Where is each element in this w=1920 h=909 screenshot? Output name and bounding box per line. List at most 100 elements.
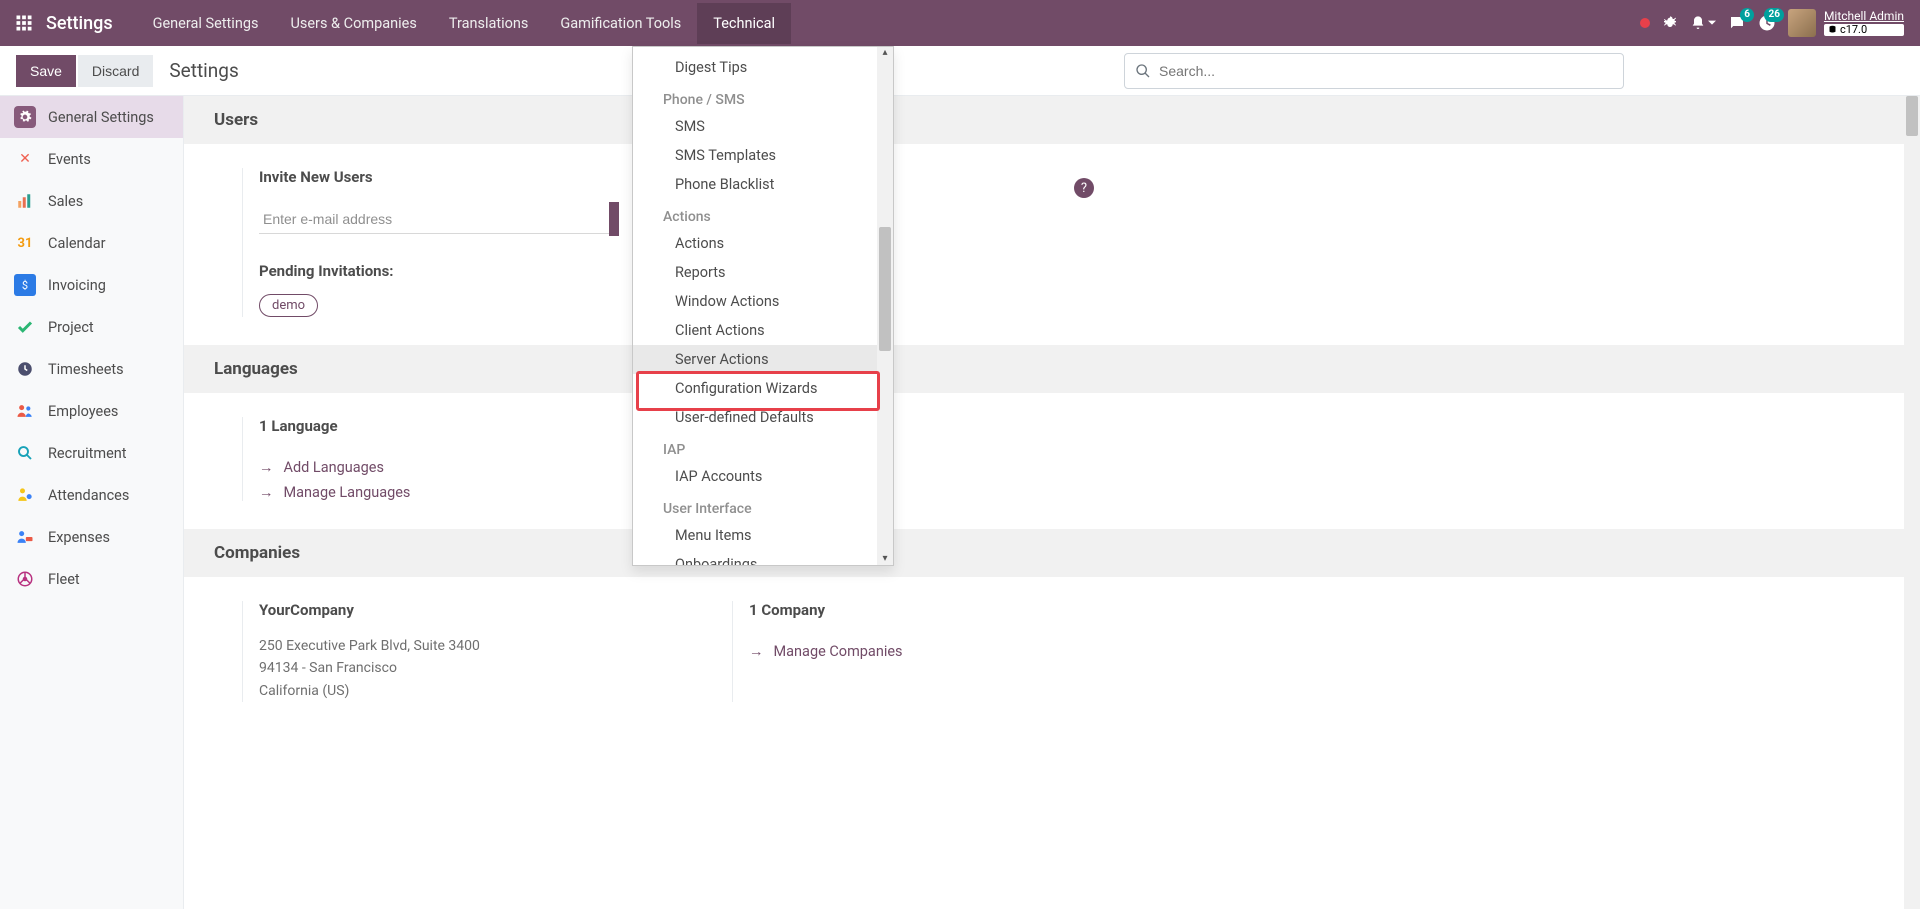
- company-count-label: 1 Company: [749, 601, 903, 619]
- invite-button[interactable]: [609, 202, 619, 236]
- add-languages-label: Add Languages: [284, 459, 384, 476]
- sidebar-item-events[interactable]: ✕ Events: [0, 138, 183, 180]
- user-name: Mitchell Admin: [1824, 10, 1904, 23]
- topmenu-translations[interactable]: Translations: [433, 3, 545, 44]
- dd-item-menu-items[interactable]: Menu Items: [633, 521, 893, 550]
- dd-item-reports[interactable]: Reports: [633, 258, 893, 287]
- sidebar-item-timesheets[interactable]: Timesheets: [0, 348, 183, 390]
- microphone-icon: ✕: [14, 148, 36, 170]
- dd-item-sms[interactable]: SMS: [633, 112, 893, 141]
- sidebar-item-sales[interactable]: Sales: [0, 180, 183, 222]
- company-addr-line1: 250 Executive Park Blvd, Suite 3400: [259, 635, 732, 657]
- sidebar-item-calendar[interactable]: 31 Calendar: [0, 222, 183, 264]
- content-area: Users Invite New Users Pending Invitatio…: [184, 96, 1920, 909]
- sidebar-item-label: Project: [48, 319, 94, 336]
- clock-icon: [14, 358, 36, 380]
- dd-item-actions[interactable]: Actions: [633, 229, 893, 258]
- sidebar-item-recruitment[interactable]: Recruitment: [0, 432, 183, 474]
- dd-item-user-defaults[interactable]: User-defined Defaults: [633, 403, 893, 432]
- debug-icon[interactable]: [1662, 15, 1678, 31]
- topmenu-general[interactable]: General Settings: [137, 3, 275, 44]
- sidebar: General Settings ✕ Events Sales 31 Calen…: [0, 96, 184, 909]
- document-dollar-icon: $: [14, 274, 36, 296]
- dd-item-client-actions[interactable]: Client Actions: [633, 316, 893, 345]
- technical-dropdown: ▴ ▾ Digest Tips Phone / SMS SMS SMS Temp…: [632, 46, 894, 566]
- sidebar-item-label: Calendar: [48, 235, 106, 252]
- dd-item-config-wizards[interactable]: Configuration Wizards: [633, 374, 893, 403]
- check-icon: [14, 316, 36, 338]
- brand-title: Settings: [46, 13, 113, 34]
- search-icon: [1135, 63, 1151, 79]
- section-header-users: Users: [184, 96, 1920, 144]
- topmenu-gamification[interactable]: Gamification Tools: [544, 3, 697, 44]
- invite-email-input[interactable]: [259, 205, 609, 234]
- dd-item-window-actions[interactable]: Window Actions: [633, 287, 893, 316]
- messages-badge: 6: [1740, 8, 1754, 22]
- topmenu-users[interactable]: Users & Companies: [274, 3, 432, 44]
- topmenu-technical[interactable]: Technical: [697, 3, 791, 44]
- dd-header-actions: Actions: [633, 199, 893, 229]
- search-box[interactable]: [1124, 53, 1624, 89]
- activities-icon[interactable]: 26: [1758, 14, 1776, 32]
- calendar-icon: 31: [14, 232, 36, 254]
- manage-companies-link[interactable]: → Manage Companies: [749, 643, 903, 660]
- dropdown-scrollbar[interactable]: ▴ ▾: [877, 47, 893, 565]
- sidebar-item-label: Recruitment: [48, 445, 127, 462]
- help-icon[interactable]: ?: [1074, 178, 1094, 198]
- sidebar-item-label: Sales: [48, 193, 83, 210]
- user-menu[interactable]: Mitchell Admin c17.0: [1788, 9, 1904, 37]
- bar-chart-icon: [14, 190, 36, 212]
- sidebar-item-label: Employees: [48, 403, 118, 420]
- sidebar-item-label: Events: [48, 151, 91, 168]
- content-scrollbar[interactable]: [1904, 96, 1920, 909]
- manage-companies-label: Manage Companies: [774, 643, 903, 660]
- bell-icon[interactable]: [1690, 15, 1716, 31]
- sidebar-item-label: Invoicing: [48, 277, 106, 294]
- wallet-icon: [14, 526, 36, 548]
- top-nav: Settings General Settings Users & Compan…: [0, 0, 1920, 46]
- sidebar-item-expenses[interactable]: Expenses: [0, 516, 183, 558]
- scroll-up-icon[interactable]: ▴: [881, 49, 889, 57]
- gear-icon: [14, 106, 36, 128]
- sidebar-item-label: Expenses: [48, 529, 110, 546]
- dd-item-phone-blacklist[interactable]: Phone Blacklist: [633, 170, 893, 199]
- save-button[interactable]: Save: [16, 55, 76, 87]
- dd-item-digest-tips[interactable]: Digest Tips: [633, 53, 893, 82]
- section-header-companies: Companies: [184, 529, 1920, 577]
- db-tag: c17.0: [1824, 24, 1904, 36]
- dd-header-ui: User Interface: [633, 491, 893, 521]
- sidebar-item-label: Timesheets: [48, 361, 124, 378]
- messages-icon[interactable]: 6: [1728, 14, 1746, 32]
- activities-badge: 26: [1764, 8, 1783, 22]
- arrow-right-icon: →: [259, 459, 274, 476]
- dd-item-sms-templates[interactable]: SMS Templates: [633, 141, 893, 170]
- dd-item-iap-accounts[interactable]: IAP Accounts: [633, 462, 893, 491]
- magnify-person-icon: [14, 442, 36, 464]
- dd-item-server-actions[interactable]: Server Actions: [633, 345, 893, 374]
- attendance-icon: [14, 484, 36, 506]
- top-menu: General Settings Users & Companies Trans…: [137, 3, 791, 44]
- company-addr-line3: California (US): [259, 680, 732, 702]
- search-input[interactable]: [1159, 63, 1613, 79]
- record-indicator-icon: [1640, 18, 1650, 28]
- sidebar-item-employees[interactable]: Employees: [0, 390, 183, 432]
- pending-pill[interactable]: demo: [259, 294, 318, 317]
- sidebar-item-label: Attendances: [48, 487, 129, 504]
- arrow-right-icon: →: [259, 484, 274, 501]
- scroll-down-icon[interactable]: ▾: [881, 555, 889, 563]
- sidebar-item-invoicing[interactable]: $ Invoicing: [0, 264, 183, 306]
- apps-icon[interactable]: [10, 9, 38, 37]
- sidebar-item-project[interactable]: Project: [0, 306, 183, 348]
- sidebar-item-general[interactable]: General Settings: [0, 96, 183, 138]
- section-header-languages: Languages: [184, 345, 1920, 393]
- manage-languages-label: Manage Languages: [284, 484, 411, 501]
- sidebar-item-fleet[interactable]: Fleet: [0, 558, 183, 600]
- avatar: [1788, 9, 1816, 37]
- sidebar-item-label: General Settings: [48, 109, 154, 126]
- company-addr-line2: 94134 - San Francisco: [259, 657, 732, 679]
- discard-button[interactable]: Discard: [78, 55, 153, 87]
- dd-header-iap: IAP: [633, 432, 893, 462]
- dd-item-onboardings[interactable]: Onboardings: [633, 550, 893, 565]
- dd-header-phone-sms: Phone / SMS: [633, 82, 893, 112]
- sidebar-item-attendances[interactable]: Attendances: [0, 474, 183, 516]
